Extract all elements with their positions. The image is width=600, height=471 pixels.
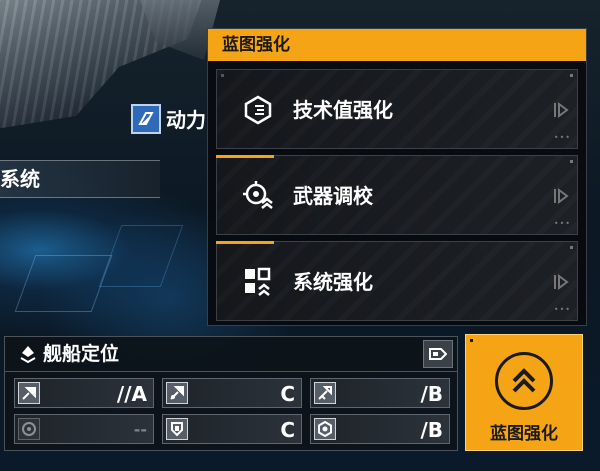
- blueprint-title: 蓝图强化: [222, 35, 290, 55]
- system-enhance-icon: [241, 265, 275, 299]
- tag-button[interactable]: [423, 340, 453, 368]
- stat-cell-target[interactable]: --: [14, 414, 154, 444]
- double-chevron-up-icon: [495, 352, 553, 410]
- blueprint-panel: 蓝图强化 技术值强化 ••• 武器调校 ••• 系统强化 •••: [207, 28, 587, 326]
- blueprint-enhance-label: 蓝图强化: [490, 424, 558, 444]
- stat-grade: C: [280, 382, 295, 406]
- arrow-right-icon: [554, 188, 569, 204]
- option-system-enhance[interactable]: 系统强化 •••: [216, 241, 578, 321]
- tech-value-icon: [241, 93, 275, 127]
- stat-cell-sniper[interactable]: /B: [310, 378, 450, 408]
- option-tech-value[interactable]: 技术值强化 •••: [216, 69, 578, 149]
- stat-grade: /B: [420, 382, 443, 406]
- arrow-right-icon: [554, 102, 569, 118]
- power-module-icon[interactable]: [131, 104, 161, 134]
- ship-positioning-panel: 舰船定位 //A C /B -- C /B: [4, 336, 458, 451]
- stat-cell-support[interactable]: /B: [310, 414, 450, 444]
- tag-icon: [429, 348, 447, 360]
- location-icon: [20, 346, 36, 363]
- stat-grade: --: [133, 420, 147, 439]
- arrow-right-icon: [554, 274, 569, 290]
- positioning-header: 舰船定位: [5, 337, 457, 372]
- option-label: 系统强化: [293, 270, 373, 294]
- weapon-calibrate-icon: [241, 179, 275, 213]
- blueprint-enhance-button[interactable]: 蓝图强化: [465, 334, 583, 451]
- option-weapon-calibrate[interactable]: 武器调校 •••: [216, 155, 578, 235]
- stat-cell-assault[interactable]: //A: [14, 378, 154, 408]
- sniper-icon: [314, 382, 336, 404]
- strike-icon: [166, 382, 188, 404]
- system-label: 系统: [0, 167, 40, 191]
- stat-grade: //A: [116, 382, 147, 406]
- target-icon: [18, 418, 40, 440]
- corner-dots: •••: [553, 133, 571, 142]
- support-icon: [314, 418, 336, 440]
- stat-cell-strike[interactable]: C: [162, 378, 302, 408]
- module-label[interactable]: 动力: [166, 104, 206, 136]
- stat-cell-shield[interactable]: C: [162, 414, 302, 444]
- assault-icon: [18, 382, 40, 404]
- stat-grade: C: [280, 418, 295, 442]
- shield-icon: [166, 418, 188, 440]
- stat-grade: /B: [420, 418, 443, 442]
- system-row[interactable]: 系统: [0, 160, 160, 198]
- positioning-title: 舰船定位: [43, 343, 120, 365]
- blueprint-header: 蓝图强化: [208, 29, 586, 61]
- option-label: 技术值强化: [293, 98, 393, 122]
- option-label: 武器调校: [293, 184, 373, 208]
- corner-dots: •••: [553, 305, 571, 314]
- corner-dots: •••: [553, 219, 571, 228]
